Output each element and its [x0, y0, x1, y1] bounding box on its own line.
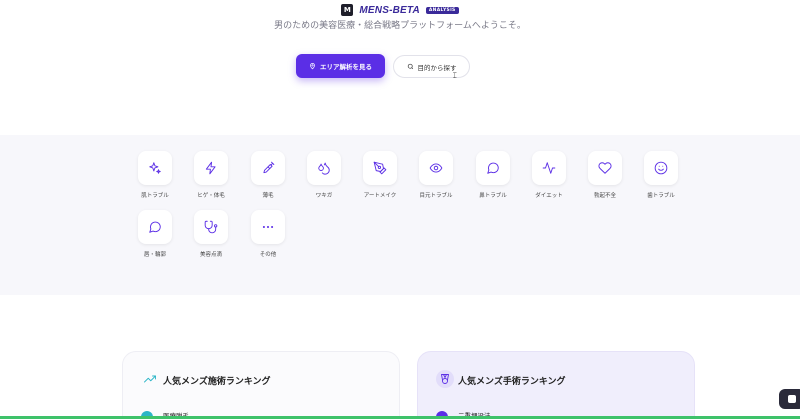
lightning-icon: [205, 161, 216, 175]
map-pin-icon: [310, 63, 315, 70]
category-label: 勃起不全: [593, 193, 616, 199]
category-hair-loss[interactable]: 薄毛: [248, 151, 288, 199]
pen-nib-icon: [373, 161, 387, 175]
treatment-ranking-title: 人気メンズ施術ランキング: [163, 377, 271, 387]
treatment-ranking-icon-wrap: [141, 370, 159, 388]
smile-icon: [654, 161, 668, 175]
more-dots-icon: [262, 225, 274, 229]
speech-bubble-icon: [487, 162, 499, 174]
stethoscope-icon: [204, 220, 218, 234]
pulse-icon: [542, 162, 556, 174]
surgery-ranking-card[interactable]: 人気メンズ手術ランキング 二重埋没法: [417, 351, 695, 419]
category-nose[interactable]: 鼻トラブル: [473, 151, 513, 199]
chat-widget-button[interactable]: [779, 389, 800, 409]
surgery-ranking-title: 人気メンズ手術ランキング: [458, 377, 566, 387]
area-analysis-button[interactable]: エリア解析を見る: [296, 54, 385, 78]
eye-icon: [429, 163, 443, 173]
area-analysis-label: エリア解析を見る: [320, 63, 372, 71]
category-label: 唇・輪郭: [143, 252, 166, 258]
hero-subtitle: 男のための美容医療・総合戦略プラットフォームへようこそ。: [274, 21, 526, 29]
surgery-ranking-icon-wrap: [436, 370, 454, 388]
category-beard[interactable]: ヒゲ・体毛: [191, 151, 231, 199]
category-eyes[interactable]: 目元トラブル: [416, 151, 456, 199]
category-skin[interactable]: 肌トラブル: [135, 151, 175, 199]
logo-mark[interactable]: M: [341, 4, 354, 16]
chat-bubble-icon: [149, 221, 161, 233]
category-label: アートメイク: [363, 193, 397, 199]
category-label: その他: [259, 252, 277, 258]
medal-icon: [441, 374, 449, 384]
trending-up-icon: [144, 375, 156, 383]
droplets-icon: [318, 162, 330, 175]
category-art-make[interactable]: アートメイク: [360, 151, 400, 199]
category-label: 歯トラブル: [647, 193, 675, 199]
category-odor[interactable]: ワキガ: [304, 151, 344, 199]
text-cursor-icon: 𝙸: [452, 71, 458, 80]
category-label: ワキガ: [315, 193, 333, 199]
search-by-purpose-label: 目的から探す: [417, 63, 457, 72]
treatment-ranking-card[interactable]: 人気メンズ施術ランキング 医療脱毛: [122, 351, 400, 419]
category-other[interactable]: その他: [248, 210, 288, 258]
sparkles-icon: [149, 162, 161, 174]
category-label: 薄毛: [262, 193, 274, 199]
category-lips[interactable]: 唇・輪郭: [135, 210, 175, 258]
category-drip[interactable]: 美容点滴: [191, 210, 231, 258]
category-label: ダイエット: [535, 193, 563, 199]
category-ed[interactable]: 勃起不全: [585, 151, 625, 199]
category-label: 肌トラブル: [141, 193, 169, 199]
syringe-icon: [263, 161, 275, 174]
category-label: 鼻トラブル: [479, 193, 507, 199]
brand-logo[interactable]: MENS-BETA: [359, 5, 420, 16]
category-diet[interactable]: ダイエット: [529, 151, 569, 199]
chat-icon: [788, 395, 796, 403]
heart-icon: [598, 162, 612, 174]
search-by-purpose-button[interactable]: 目的から探す: [393, 55, 470, 78]
category-label: 美容点滴: [199, 252, 222, 258]
analysis-badge: ANALYSIS: [425, 6, 459, 14]
category-label: 目元トラブル: [419, 193, 453, 199]
category-label: ヒゲ・体毛: [197, 193, 225, 199]
search-icon: [407, 63, 413, 70]
category-teeth[interactable]: 歯トラブル: [641, 151, 681, 199]
